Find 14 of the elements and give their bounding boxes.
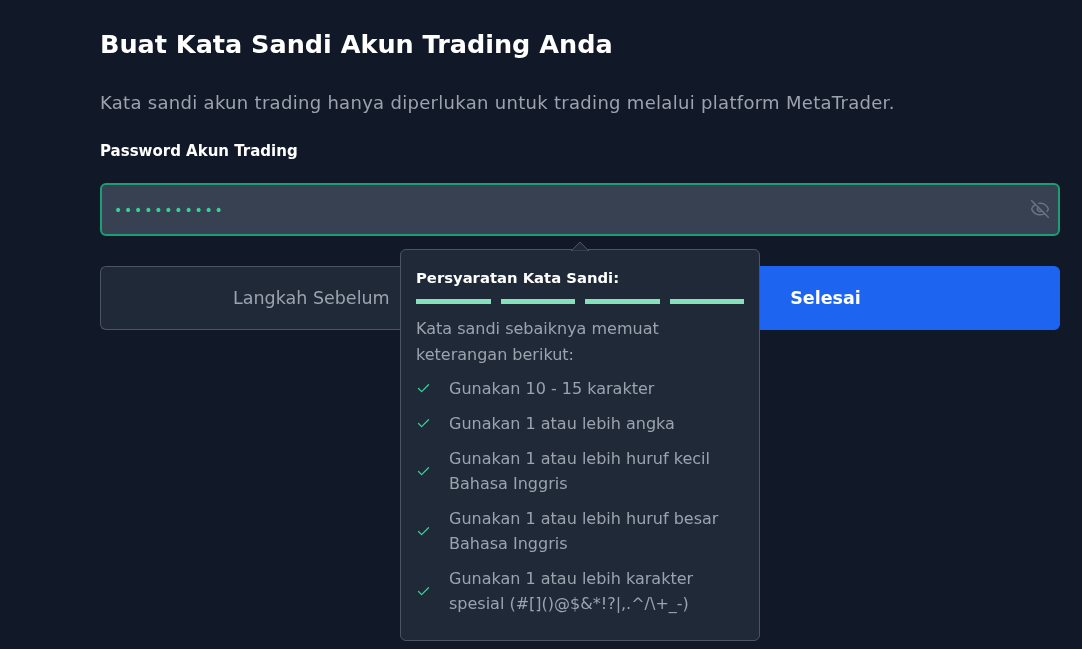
page-title: Buat Kata Sandi Akun Trading Anda: [100, 28, 613, 61]
popover-title: Persyaratan Kata Sandi:: [416, 268, 620, 288]
password-field[interactable]: •••••••••••: [100, 183, 1060, 236]
hide-password-icon[interactable]: [1030, 199, 1050, 219]
requirement-text: Gunakan 10 - 15 karakter: [449, 378, 656, 400]
requirement-text: Gunakan 1 atau lebih karakter spesial (#[]()@$&*!?|,.^/\+_-): [449, 568, 695, 615]
finish-button[interactable]: Selesai: [760, 266, 1060, 330]
popover-intro: Kata sandi sebaiknya memuat keterangan berikut:: [416, 318, 660, 366]
field-label: Password Akun Trading: [100, 141, 298, 162]
page-description: Kata sandi akun trading hanya diperlukan untuk trading melalui platform MetaTrader.: [100, 91, 895, 115]
requirement-text: Gunakan 1 atau lebih huruf besar Bahasa Inggris: [449, 508, 720, 555]
back-button[interactable]: Langkah Sebelum: [100, 266, 400, 330]
requirement-text: Gunakan 1 atau lebih huruf kecil Bahasa Inggris: [449, 448, 711, 495]
requirement-text: Gunakan 1 atau lebih angka: [449, 413, 676, 435]
